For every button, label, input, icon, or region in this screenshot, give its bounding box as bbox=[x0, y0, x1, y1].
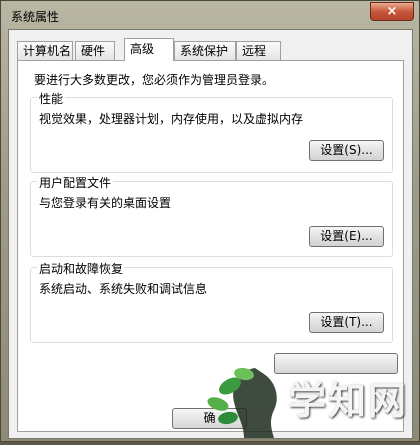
watermark-text: 学知网 bbox=[288, 378, 409, 423]
title-bar[interactable]: 系统属性 × bbox=[1, 1, 419, 29]
leaf-logo-icon bbox=[207, 367, 277, 438]
site-watermark: 学知网 bbox=[200, 358, 420, 442]
tab-system-protection[interactable]: 系统保护 bbox=[174, 41, 236, 60]
close-button[interactable]: × bbox=[370, 2, 414, 21]
tab-computer-name[interactable]: 计算机名 bbox=[17, 41, 73, 60]
performance-description: 视觉效果，处理器计划，内存使用，以及虚拟内存 bbox=[39, 112, 304, 126]
close-icon: × bbox=[386, 4, 398, 19]
startup-recovery-group: 启动和故障恢复 系统启动、系统失败和调试信息 设置(T)... bbox=[30, 260, 393, 343]
performance-settings-button[interactable]: 设置(S)... bbox=[309, 140, 384, 161]
admin-notice: 要进行大多数更改，您必须作为管理员登录。 bbox=[34, 73, 275, 87]
window-title: 系统属性 bbox=[11, 10, 60, 24]
performance-title: 性能 bbox=[37, 90, 66, 107]
performance-group: 性能 视觉效果，处理器计划，内存使用，以及虚拟内存 设置(S)... bbox=[30, 90, 393, 173]
tab-advanced[interactable]: 高级 bbox=[124, 38, 174, 61]
user-profiles-settings-button[interactable]: 设置(E)... bbox=[309, 226, 384, 247]
tab-remote[interactable]: 远程 bbox=[236, 41, 281, 60]
user-profiles-title: 用户配置文件 bbox=[37, 174, 114, 191]
user-profiles-description: 与您登录有关的桌面设置 bbox=[39, 196, 172, 210]
startup-recovery-title: 启动和故障恢复 bbox=[37, 260, 126, 277]
startup-recovery-description: 系统启动、系统失败和调试信息 bbox=[39, 282, 208, 296]
startup-recovery-settings-button[interactable]: 设置(T)... bbox=[309, 312, 384, 333]
user-profiles-group: 用户配置文件 与您登录有关的桌面设置 设置(E)... bbox=[30, 174, 393, 257]
tab-hardware[interactable]: 硬件 bbox=[75, 41, 115, 60]
